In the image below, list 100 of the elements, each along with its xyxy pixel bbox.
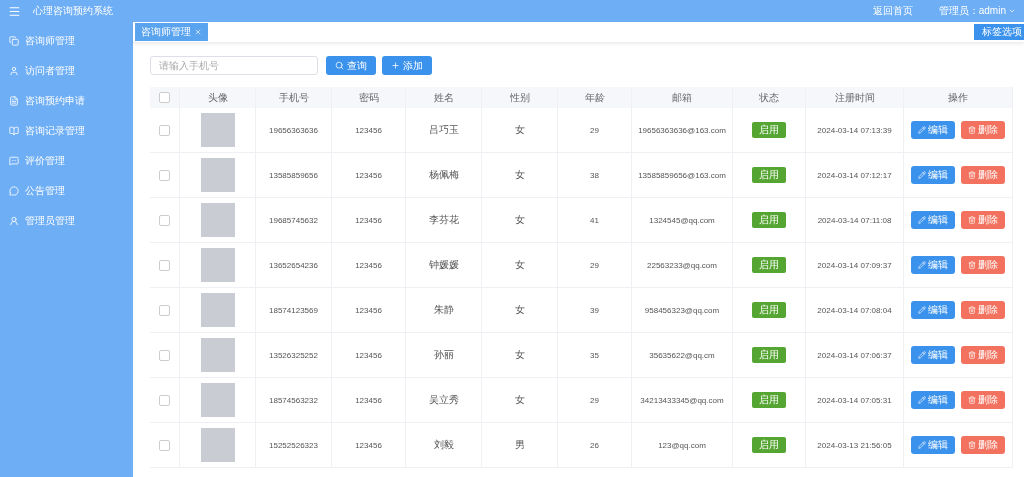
table-cell: 29 [590,260,599,270]
table-cell: 35 [590,350,599,360]
column-header: 头像 [207,90,228,105]
table-cell: 38 [590,170,599,180]
plus-icon [391,61,400,70]
delete-button[interactable]: 删除 [961,166,1005,184]
edit-button[interactable]: 编辑 [911,436,955,454]
row-checkbox[interactable] [159,124,170,136]
photo-placeholder [200,293,235,327]
row-checkbox[interactable] [159,169,170,181]
edit-button[interactable]: 编辑 [911,391,955,409]
table-cell: 123456 [355,440,382,450]
status-tag: 启用 [752,392,786,408]
row-checkbox[interactable] [159,214,170,226]
tab[interactable]: 咨询师管理 [135,23,208,41]
trash-icon [968,216,976,224]
close-icon[interactable] [194,28,202,36]
row-checkbox[interactable] [159,439,170,451]
table-cell: 123456 [355,215,382,225]
trash-icon [968,126,976,134]
table-cell: 958456323@qq.com [644,305,720,315]
home-link[interactable]: 返回首页 [872,4,913,18]
row-checkbox[interactable] [159,349,170,361]
phone-search-field[interactable]: 请输入手机号 [150,56,318,75]
edit-button[interactable]: 编辑 [911,166,955,184]
trash-icon [968,261,976,269]
delete-button[interactable]: 删除 [961,436,1005,454]
table-cell: 29 [590,125,599,135]
sidebar-item[interactable]: 咨询记录管理 [0,116,133,146]
sidebar-item[interactable]: 管理员管理 [0,206,133,236]
caret-icon [1008,7,1016,15]
table-cell: 18574123569 [269,305,318,315]
book-icon [9,126,19,136]
row-checkbox[interactable] [159,259,170,271]
table-cell: 35635622@qq.cm [649,350,715,360]
photo-placeholder [200,383,235,417]
edit-button[interactable]: 编辑 [911,121,955,139]
table-cell: 吕巧玉 [428,123,459,137]
table-cell: 女 [514,168,525,182]
table-cell: 123456 [355,350,382,360]
delete-button[interactable]: 删除 [961,391,1005,409]
photo-placeholder [200,338,235,372]
trash-icon [968,306,976,314]
sidebar-item[interactable]: 公告管理 [0,176,133,206]
table-cell: 19685745632 [269,215,318,225]
sidebar-item[interactable]: 咨询预约申请 [0,86,133,116]
edit-button[interactable]: 编辑 [911,301,955,319]
edit-button[interactable]: 编辑 [911,256,955,274]
status-tag: 启用 [752,167,786,183]
table-cell: 29 [590,395,599,405]
table-cell: 刘毅 [433,438,454,452]
table-cell: 女 [514,213,525,227]
sidebar-item[interactable]: 咨询师管理 [0,26,133,56]
trash-icon [968,441,976,449]
status-tag: 启用 [752,347,786,363]
column-header: 年龄 [584,90,605,105]
search-button[interactable]: 查询 [326,56,376,75]
edit-button[interactable]: 编辑 [911,346,955,364]
table-cell: 女 [514,258,525,272]
table-cell: 34213433345@qq.com [640,395,724,405]
table-cell: 2024-03-14 07:05:31 [817,395,892,405]
search-icon [335,61,344,70]
delete-button[interactable]: 删除 [961,121,1005,139]
status-tag: 启用 [752,302,786,318]
table-cell: 19656363636@163.com [638,125,726,135]
pencil-icon [918,441,926,449]
pencil-icon [918,216,926,224]
column-header: 姓名 [433,90,454,105]
column-header: 操作 [948,90,968,105]
table-cell: 123456 [355,260,382,270]
table-cell: 孙丽 [433,348,454,362]
sidebar-item[interactable]: 访问者管理 [0,56,133,86]
menu-icon[interactable] [8,4,21,18]
table-cell: 123456 [355,125,382,135]
delete-button[interactable]: 删除 [961,346,1005,364]
table-cell: 123@qq.com [658,440,706,450]
photo-placeholder [200,158,235,192]
status-tag: 启用 [752,122,786,138]
select-all-checkbox[interactable] [159,92,170,103]
table-cell: 19656363636 [269,125,318,135]
table-cell: 13652654236 [269,260,318,270]
table-cell: 2024-03-14 07:09:37 [817,260,892,270]
status-tag: 启用 [752,257,786,273]
photo-placeholder [200,113,235,147]
edit-button[interactable]: 编辑 [911,211,955,229]
status-tag: 启用 [752,437,786,453]
table-cell: 李芬花 [428,213,459,227]
column-header: 密码 [358,90,379,105]
row-checkbox[interactable] [159,394,170,406]
delete-button[interactable]: 删除 [961,256,1005,274]
sidebar-item[interactable]: 评价管理 [0,146,133,176]
user-icon [9,66,19,76]
tab-options-button[interactable]: 标签选项 [974,24,1024,40]
row-checkbox[interactable] [159,304,170,316]
delete-button[interactable]: 删除 [961,301,1005,319]
column-header: 邮箱 [672,90,692,105]
user-menu[interactable]: 管理员：admin [938,4,1016,18]
add-button[interactable]: 添加 [382,56,432,75]
delete-button[interactable]: 删除 [961,211,1005,229]
pencil-icon [918,396,926,404]
